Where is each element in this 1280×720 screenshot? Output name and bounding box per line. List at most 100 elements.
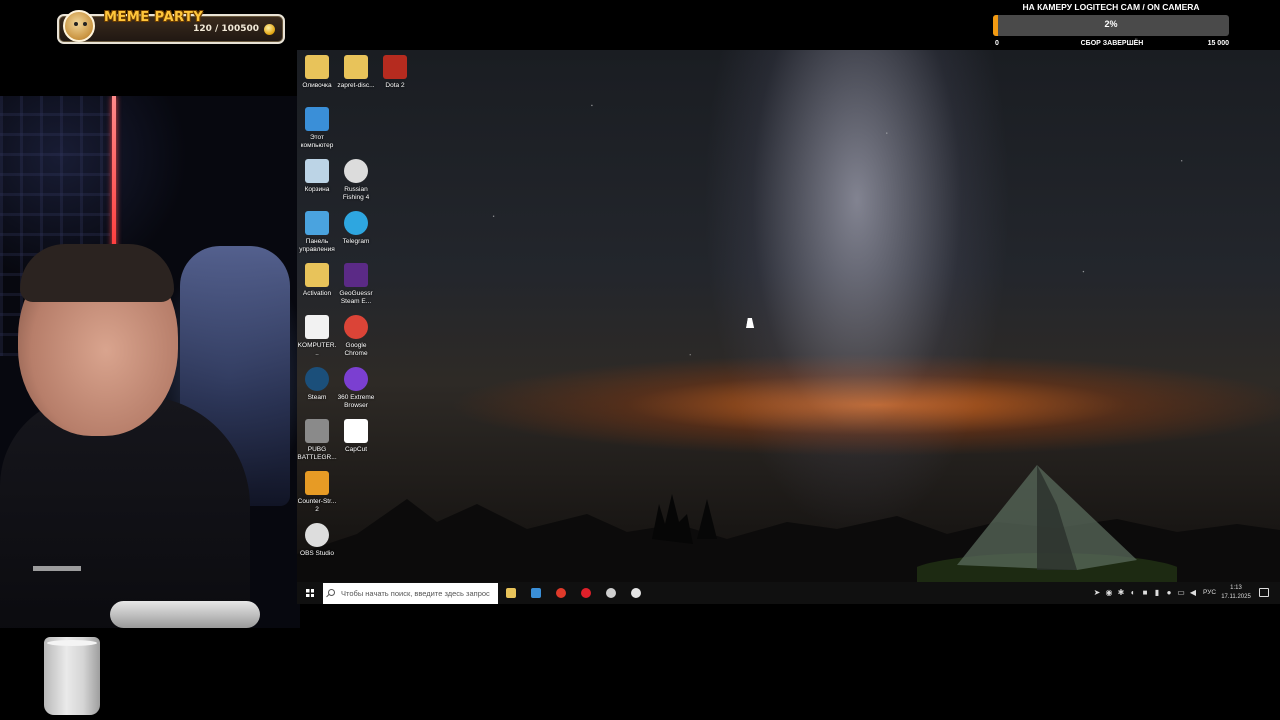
- control-panel-icon: [305, 211, 329, 235]
- telegram-tray-icon[interactable]: ➤: [1092, 588, 1102, 598]
- camera-goal-title: НА КАМЕРУ LOGITECH CAM / ON CAMERA: [1022, 2, 1200, 12]
- camera-goal-widget: НА КАМЕРУ LOGITECH CAM / ON CAMERA 2% 0 …: [993, 0, 1229, 50]
- obs-icon[interactable]: [603, 585, 619, 601]
- search-icon: [328, 589, 335, 596]
- language-indicator[interactable]: РУС: [1203, 582, 1216, 604]
- webcam-feed: [0, 96, 300, 628]
- telegram-icon: [344, 211, 368, 235]
- network-tray-icon[interactable]: ▭: [1176, 588, 1186, 598]
- desktop-icon[interactable]: OBS Studio: [297, 523, 337, 558]
- windows-desktop[interactable]: Оливочка zapret-disc... Dota 2 Этот компьют…: [297, 50, 1280, 604]
- desktop-icon-label: Панель управления: [299, 238, 335, 253]
- desktop-icon[interactable]: Панель управления: [297, 211, 337, 253]
- desktop-icon[interactable]: zapret-disc...: [336, 55, 376, 90]
- store-icon[interactable]: [528, 585, 544, 601]
- opera-icon[interactable]: [578, 585, 594, 601]
- bluetooth-tray-icon[interactable]: ✱: [1116, 588, 1126, 598]
- desktop-icon-label: Google Chrome: [344, 342, 368, 357]
- chrome-tray-icon[interactable]: ◉: [1104, 588, 1114, 598]
- yandex-icon[interactable]: [553, 585, 569, 601]
- desktop-icon[interactable]: Оливочка: [297, 55, 337, 90]
- camera-goal-progress-bar: 2%: [993, 15, 1229, 36]
- meme-party-title: MEME PARTY: [104, 10, 204, 25]
- clock-date: 17.11.2025: [1221, 594, 1251, 600]
- steam-icon: [305, 367, 329, 391]
- tent-image: [917, 465, 1177, 585]
- battery-tray-icon[interactable]: ▮: [1152, 588, 1162, 598]
- browser-360-icon: [344, 367, 368, 391]
- doge-icon: [63, 10, 95, 42]
- desktop-icon[interactable]: Этот компьютер: [297, 107, 337, 149]
- folder-icon: [305, 55, 329, 79]
- settings-icon-glyph: [631, 588, 641, 598]
- desktop-icon[interactable]: Activation: [297, 263, 337, 298]
- desktop-icon-label: Steam: [307, 394, 327, 401]
- windows-start-button[interactable]: [297, 582, 323, 604]
- camera-goal-max: 15 000: [1207, 40, 1229, 47]
- desktop-icon[interactable]: Google Chrome: [336, 315, 376, 357]
- desktop-icon[interactable]: KOMPUTER...: [297, 315, 337, 357]
- chrome-icon: [344, 315, 368, 339]
- desktop-icon[interactable]: Telegram: [336, 211, 376, 246]
- desktop-icon[interactable]: PUBG BATTLEGR...: [297, 419, 337, 461]
- led-strip: [112, 96, 116, 252]
- desktop-icon-label: Dota 2: [385, 82, 405, 89]
- desktop-icon[interactable]: Steam: [297, 367, 337, 402]
- shirt-stripe: [33, 566, 81, 571]
- search-placeholder: Чтобы начать поиск, введите здесь запрос: [341, 589, 490, 598]
- folder-icon: [344, 55, 368, 79]
- dota-icon: [383, 55, 407, 79]
- file-explorer-icon-glyph: [506, 588, 516, 598]
- app-tray-icon[interactable]: ■: [1140, 588, 1150, 598]
- desktop-icon[interactable]: GeoGuessr Steam E...: [336, 263, 376, 305]
- desktop-icon[interactable]: Dota 2: [375, 55, 415, 90]
- desktop-icon-label: Activation: [302, 290, 332, 297]
- desktop-icon-label: CapCut: [344, 446, 368, 453]
- settings-icon[interactable]: [628, 585, 644, 601]
- cs2-icon: [305, 471, 329, 495]
- file-icon: [305, 315, 329, 339]
- meme-party-count: 120 / 100500: [193, 24, 259, 34]
- stream-screen: MEME PARTY 120 / 100500 НА КАМЕРУ LOGITE…: [0, 0, 1280, 720]
- camera-goal-status: СБОР ЗАВЕРШЁН: [1080, 40, 1144, 47]
- meme-party-widget: MEME PARTY 120 / 100500: [57, 10, 285, 44]
- glass-cup: [44, 637, 100, 715]
- desktop-icon-label: OBS Studio: [300, 550, 334, 557]
- obs-icon-glyph: [606, 588, 616, 598]
- desktop-icon-label: PUBG BATTLEGR...: [297, 446, 337, 461]
- system-clock[interactable]: 1:13 17.11.2025: [1219, 584, 1253, 602]
- store-icon-glyph: [531, 588, 541, 598]
- desktop-icon-label: 360 Extreme Browser: [337, 394, 375, 409]
- folder-icon: [305, 263, 329, 287]
- desktop-icon[interactable]: Корзина: [297, 159, 337, 194]
- pubg-icon: [305, 419, 329, 443]
- computer-icon: [305, 107, 329, 131]
- desktop-icon-label: Telegram: [342, 238, 370, 245]
- desktop-icon-label: Оливочка: [302, 82, 332, 89]
- desktop-icon-label: Counter-Str... 2: [297, 498, 337, 513]
- capcut-icon: [344, 419, 368, 443]
- desktop-icon-label: zapret-disc...: [337, 82, 375, 89]
- steam-tray-icon[interactable]: ◐: [1128, 588, 1138, 598]
- file-explorer-icon[interactable]: [503, 585, 519, 601]
- taskbar-search-box[interactable]: Чтобы начать поиск, введите здесь запрос: [323, 583, 498, 604]
- volume-tray-icon[interactable]: ◀: [1188, 588, 1198, 598]
- desktop-icon[interactable]: Russian Fishing 4: [336, 159, 376, 201]
- recycle-bin-icon: [305, 159, 329, 183]
- notification-center-icon[interactable]: [1259, 588, 1269, 597]
- clock-time: 1:13: [1230, 585, 1242, 591]
- camera-goal-percent: 2%: [1104, 19, 1118, 29]
- taskbar: Чтобы начать поиск, введите здесь запрос…: [297, 582, 1280, 604]
- microphone-tray-icon[interactable]: ●: [1164, 588, 1174, 598]
- obs-icon: [305, 523, 329, 547]
- desktop-icon[interactable]: Counter-Str... 2: [297, 471, 337, 513]
- opera-icon-glyph: [581, 588, 591, 598]
- desktop-icon[interactable]: CapCut: [336, 419, 376, 454]
- microphone: [110, 601, 260, 628]
- desktop-icon-label: Russian Fishing 4: [342, 186, 370, 201]
- desktop-icon-label: Корзина: [304, 186, 330, 193]
- yandex-icon-glyph: [556, 588, 566, 598]
- geoguessr-icon: [344, 263, 368, 287]
- camera-goal-footer: 0 СБОР ЗАВЕРШЁН 15 000: [995, 40, 1229, 50]
- desktop-icon[interactable]: 360 Extreme Browser: [336, 367, 376, 409]
